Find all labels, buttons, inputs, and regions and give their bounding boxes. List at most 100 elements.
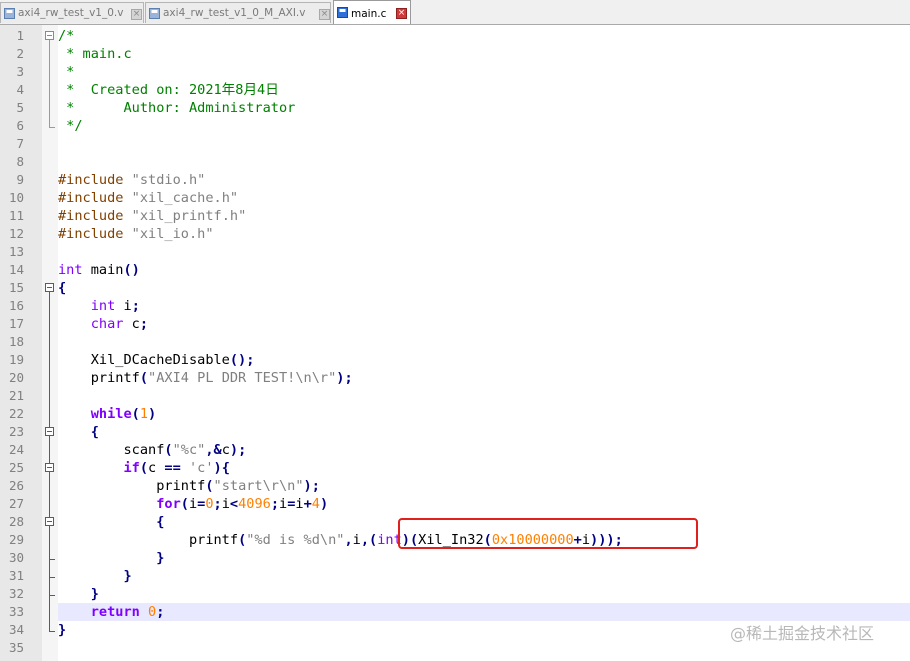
line-number: 31 (8, 568, 24, 583)
code-token: ; (270, 496, 280, 512)
code-line: * (58, 63, 74, 81)
code-line: * main.c (58, 45, 132, 63)
code-line: return 0; (58, 603, 165, 621)
code-line: } (58, 621, 66, 639)
fold-toggle-icon[interactable] (45, 283, 54, 292)
code-token: () (123, 262, 140, 278)
code-token: ) (148, 406, 157, 422)
code-token: main (82, 262, 124, 278)
tab-label: main.c (351, 8, 387, 20)
line-number: 23 (8, 424, 24, 439)
code-token: c (221, 442, 230, 458)
fold-end-mark (49, 577, 55, 578)
code-token: * main.c (58, 46, 132, 62)
code-line: printf("AXI4 PL DDR TEST!\n\r"); (58, 369, 353, 387)
fold-toggle-icon[interactable] (45, 517, 54, 526)
code-line: scanf("%c",&c); (58, 441, 246, 459)
code-token: char (90, 316, 124, 332)
line-number: 28 (8, 514, 24, 529)
annotation-highlight-box (398, 518, 698, 549)
line-number: 4 (16, 82, 24, 97)
code-line: char c; (58, 315, 148, 333)
code-token: , (344, 532, 353, 548)
code-token: c (123, 316, 140, 332)
code-line: int i; (58, 297, 140, 315)
code-token: i (115, 298, 132, 314)
code-token: c (148, 460, 165, 476)
code-token: return (90, 604, 140, 620)
line-number: 1 (16, 28, 24, 43)
code-token: ); (303, 478, 320, 494)
code-token: printf (58, 532, 239, 548)
code-token: * (58, 64, 75, 80)
tab-bar: axi4_rw_test_v1_0.v × axi4_rw_test_v1_0_… (0, 0, 910, 25)
code-token: /* (58, 28, 75, 44)
code-token: i (188, 496, 198, 512)
code-token: ( (131, 406, 140, 422)
tab-main-c[interactable]: main.c × (333, 0, 411, 24)
fold-end-mark (49, 631, 55, 632)
close-icon[interactable]: × (131, 9, 142, 20)
line-number: 6 (16, 118, 24, 133)
code-token: ; (139, 316, 149, 332)
code-token: { (58, 280, 67, 296)
code-token: ) (319, 496, 329, 512)
line-number: 21 (8, 388, 24, 403)
code-line: /* (58, 27, 74, 45)
watermark: @稀土掘金技术社区 (730, 624, 875, 643)
code-line: #include "stdio.h" (58, 171, 205, 189)
code-token: scanf (58, 442, 165, 458)
tab-label: axi4_rw_test_v1_0.v (18, 7, 124, 19)
line-number: 22 (8, 406, 24, 421)
code-token: == (164, 460, 181, 476)
file-icon (337, 7, 348, 18)
fold-toggle-icon[interactable] (45, 463, 54, 472)
tab-axi4-rw-test-m-axi[interactable]: axi4_rw_test_v1_0_M_AXI.v × (145, 2, 331, 23)
code-token: * Author: Administrator (58, 100, 296, 116)
code-token: 0 (148, 604, 157, 620)
code-token: 'c' (188, 460, 214, 476)
code-token: "%c" (172, 442, 206, 458)
code-token: printf (58, 478, 206, 494)
line-number: 10 (8, 190, 24, 205)
close-icon[interactable]: × (319, 9, 330, 20)
code-line: } (58, 585, 99, 603)
code-token: < (229, 496, 239, 512)
code-line: #include "xil_cache.h" (58, 189, 238, 207)
code-line: { (58, 279, 66, 297)
line-number: 7 (16, 136, 24, 151)
code-token: int (90, 298, 116, 314)
line-number: 9 (16, 172, 24, 187)
fold-line (49, 40, 50, 128)
code-token: ); (336, 370, 353, 386)
fold-end-mark (49, 127, 55, 128)
code-line: */ (58, 117, 82, 135)
code-token: "%d is %d\n" (246, 532, 345, 548)
code-token: 1 (139, 406, 149, 422)
code-token: ( (180, 496, 189, 512)
line-number: 34 (8, 622, 24, 637)
tab-label: axi4_rw_test_v1_0_M_AXI.v (163, 7, 306, 19)
code-token: } (90, 586, 99, 602)
close-icon[interactable]: × (396, 8, 407, 19)
code-editor[interactable]: /* * main.c * * Created on: 2021年8月4日 * … (58, 25, 910, 661)
fold-toggle-icon[interactable] (45, 427, 54, 436)
line-number: 20 (8, 370, 24, 385)
line-number: 30 (8, 550, 24, 565)
code-line: int main() (58, 261, 140, 279)
tab-axi4-rw-test[interactable]: axi4_rw_test_v1_0.v × (0, 2, 144, 23)
code-token: { (156, 514, 165, 530)
code-line: while(1) (58, 405, 156, 423)
line-number: 12 (8, 226, 24, 241)
code-token: (); (229, 352, 255, 368)
code-token: + (303, 496, 312, 512)
code-token: ; (213, 496, 222, 512)
fold-toggle-icon[interactable] (45, 31, 54, 40)
